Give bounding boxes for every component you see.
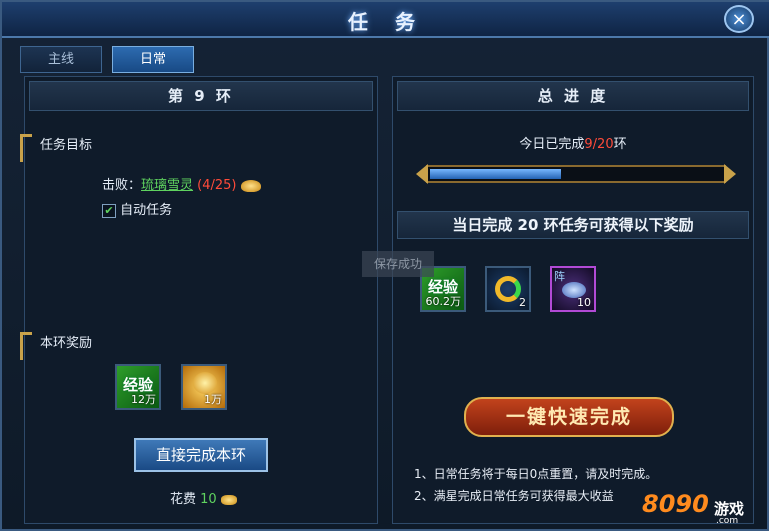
gold-count: 1万 [204,393,222,406]
auto-quest-row[interactable]: ✔ 自动任务 [102,199,172,218]
note-line-1: 1、日常任务将于每日0点重置，请及时完成。 [414,467,658,481]
done-value: 9/20 [584,137,614,152]
auto-quest-checkbox[interactable]: ✔ [102,203,116,218]
kill-label: 击败： [102,178,142,193]
reward-banner: 当日完成 20 环任务可获得以下奖励 [397,211,749,239]
daily-exp-count: 60.2万 [425,295,462,308]
progress-header: 总 进 度 [397,81,749,111]
daily-progress-bar [426,165,726,183]
goal-section-title: 任务目标 [16,134,93,162]
bar-left-arrow-icon [416,164,428,184]
refresh-icon [495,276,521,302]
kill-progress: (4/25) [197,178,237,193]
kill-objective: 击败：琉璃雪灵 (4/25) [102,174,261,193]
section-marker-icon [20,134,32,162]
today-done-text: 今日已完成9/20环 [392,133,754,152]
reward-title: 本环奖励 [40,336,93,351]
daily-refresh-item[interactable]: 2 [485,266,531,312]
ingot-icon [220,494,237,505]
window-title: 任 务 [348,10,425,34]
ring-header: 第 9 环 [29,81,373,111]
close-icon: × [731,9,747,30]
cloud-travel-icon[interactable] [240,179,261,192]
progress-fill [430,169,561,179]
watermark-number: 8090 [642,490,709,518]
site-watermark: 8090 游戏 .com [642,490,768,530]
section-marker-icon [20,332,32,360]
note-line-2: 2、满星完成日常任务可获得最大收益 [414,489,614,503]
tab-daily[interactable]: 日常 [112,46,194,73]
formation-label: 阵 [554,270,565,283]
quest-window: 任 务 × 主线 日常 第 9 环 任务目标 击败：琉璃雪灵 (4/25) ✔ … [0,0,769,531]
goal-title: 任务目标 [40,138,93,153]
daily-formation-item[interactable]: 阵 10 [550,266,596,312]
finish-ring-button[interactable]: 直接完成本环 [134,438,268,472]
exp-count: 12万 [131,393,156,406]
done-suffix: 环 [613,137,627,152]
save-success-toast: 保存成功 [362,251,434,277]
cost-row: 花费 10 [170,488,237,507]
tab-main-quest[interactable]: 主线 [20,46,102,73]
cost-value: 10 [200,492,217,507]
watermark-domain: .com [716,516,739,526]
close-button[interactable]: × [724,5,754,33]
reward-exp-item[interactable]: 经验 12万 [115,364,161,410]
title-bar: 任 务 × [2,2,769,38]
kill-target-link[interactable]: 琉璃雪灵 [141,178,193,193]
bar-right-arrow-icon [724,164,736,184]
quick-complete-button[interactable]: 一键快速完成 [464,397,674,437]
reward-section-title: 本环奖励 [16,332,93,360]
daily-refresh-count: 2 [519,296,526,309]
reward-gold-item[interactable]: 1万 [181,364,227,410]
done-prefix: 今日已完成 [519,137,585,152]
daily-formation-count: 10 [577,296,591,309]
cost-label: 花费 [170,492,197,507]
auto-quest-label: 自动任务 [120,203,173,218]
